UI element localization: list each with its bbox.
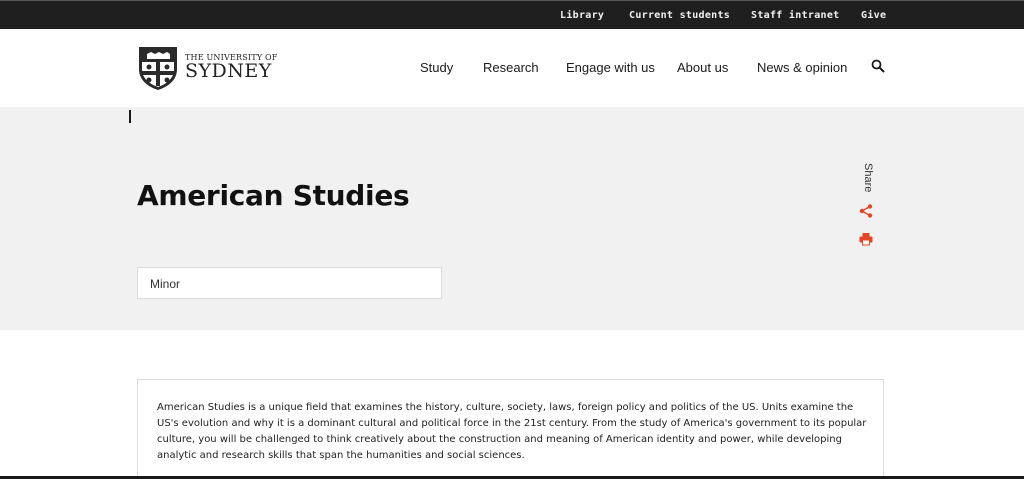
page-title: American Studies: [137, 179, 410, 212]
utility-bar: Library Current students Staff intranet …: [0, 0, 1024, 29]
nav-about-us[interactable]: About us: [677, 60, 728, 75]
nav-news-opinion[interactable]: News & opinion: [757, 60, 847, 75]
site-header: THE UNIVERSITY OF SYDNEY Study Research …: [0, 29, 1024, 107]
hero-banner: American Studies Minor Share: [0, 107, 1024, 330]
course-type-box: Minor: [137, 267, 442, 299]
text-cursor: [129, 110, 131, 123]
share-text: Share: [862, 163, 874, 193]
nav-engage-with-us[interactable]: Engage with us: [566, 60, 655, 75]
logo-line-2: SYDNEY: [185, 60, 272, 82]
share-icon[interactable]: [859, 204, 873, 218]
course-type-label: Minor: [150, 277, 181, 291]
utility-link-give[interactable]: Give: [861, 10, 886, 21]
utility-link-staff-intranet[interactable]: Staff intranet: [751, 10, 840, 21]
description-panel: American Studies is a unique field that …: [137, 379, 884, 479]
utility-link-current-students[interactable]: Current students: [629, 10, 730, 21]
crest-icon: [139, 47, 177, 90]
course-description: American Studies is a unique field that …: [157, 402, 867, 461]
utility-link-library[interactable]: Library: [560, 10, 604, 21]
nav-study[interactable]: Study: [420, 60, 453, 75]
share-label: Share: [858, 163, 880, 197]
search-icon[interactable]: [871, 59, 885, 73]
print-icon[interactable]: [859, 232, 873, 246]
nav-research[interactable]: Research: [483, 60, 539, 75]
university-logo[interactable]: THE UNIVERSITY OF SYDNEY: [137, 45, 277, 91]
